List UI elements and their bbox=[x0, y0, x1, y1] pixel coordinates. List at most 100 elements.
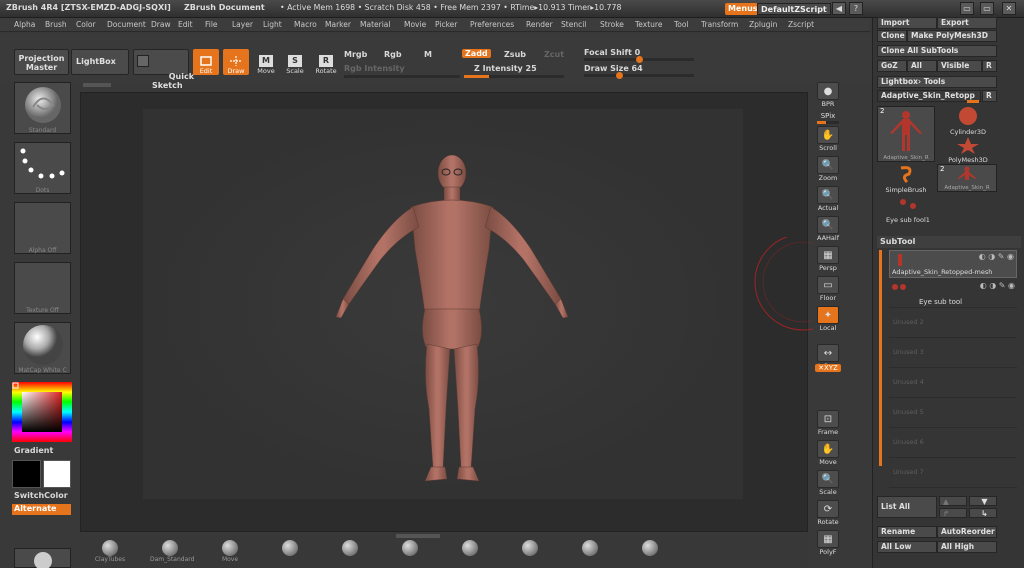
floor-button[interactable]: ▭ Floor bbox=[815, 276, 841, 304]
focal-shift-slider[interactable] bbox=[584, 56, 694, 63]
bottom-brush-item[interactable]: ClayTubes bbox=[90, 540, 130, 563]
minimize-icon[interactable]: ▭ bbox=[960, 2, 974, 15]
persp-button[interactable]: ▦ Persp bbox=[815, 246, 841, 274]
menus-button[interactable]: Menus bbox=[725, 3, 761, 15]
lightbox-tools-button[interactable]: Lightbox› Tools bbox=[877, 76, 997, 88]
menu-transform[interactable]: Transform bbox=[701, 20, 738, 29]
move-button[interactable]: ✋ Move bbox=[815, 440, 841, 468]
rename-button[interactable]: Rename bbox=[877, 526, 937, 538]
move-down-arrow-icon[interactable]: ▼ bbox=[969, 496, 997, 506]
canvas-scroll-handle[interactable] bbox=[83, 83, 111, 87]
rotate-icon[interactable]: R bbox=[319, 55, 333, 67]
help-icon[interactable]: ? bbox=[849, 2, 863, 15]
brush-thumbnail[interactable]: Standard bbox=[14, 82, 71, 134]
goz-r-button[interactable]: R bbox=[982, 60, 997, 72]
canvas-document[interactable] bbox=[143, 109, 743, 499]
menu-edit[interactable]: Edit bbox=[178, 20, 193, 29]
tool-thumb-simplebrush[interactable]: SimpleBrush bbox=[877, 164, 935, 194]
switchcolor-button[interactable]: SwitchColor bbox=[14, 491, 68, 500]
bottom-brush-item[interactable]: Move bbox=[210, 540, 250, 563]
z-intensity-slider[interactable] bbox=[464, 75, 564, 78]
lightbox-button[interactable]: LightBox bbox=[71, 49, 129, 75]
scroll-button[interactable]: ✋ Scroll bbox=[815, 126, 841, 154]
menu-color[interactable]: Color bbox=[76, 20, 96, 29]
menu-movie[interactable]: Movie bbox=[404, 20, 426, 29]
character-model[interactable] bbox=[143, 109, 743, 499]
secondary-color-swatch[interactable] bbox=[43, 460, 71, 488]
actual-button[interactable]: 🔍 Actual bbox=[815, 186, 841, 214]
all-high-button[interactable]: All High bbox=[937, 541, 997, 553]
move-up-arrow-icon[interactable]: ▲ bbox=[939, 496, 967, 506]
document-canvas[interactable] bbox=[80, 83, 813, 532]
menu-document[interactable]: Document bbox=[107, 20, 146, 29]
list-all-button[interactable]: List All bbox=[877, 496, 937, 518]
arrow-left-icon[interactable]: ◀ bbox=[832, 2, 846, 15]
menu-render[interactable]: Render bbox=[526, 20, 553, 29]
subtool-item[interactable]: Unused 3 bbox=[889, 340, 1017, 368]
draw-button[interactable]: Draw bbox=[223, 49, 249, 75]
bottom-brush-item[interactable] bbox=[630, 540, 670, 556]
menu-preferences[interactable]: Preferences bbox=[470, 20, 514, 29]
bottom-brush-item[interactable] bbox=[330, 540, 370, 556]
clone-button[interactable]: Clone bbox=[877, 30, 907, 42]
subtool-item[interactable]: Unused 4 bbox=[889, 370, 1017, 398]
zadd-toggle[interactable]: Zadd bbox=[462, 49, 491, 58]
zsub-toggle[interactable]: Zsub bbox=[504, 50, 526, 59]
color-picker[interactable] bbox=[12, 382, 72, 442]
menu-macro[interactable]: Macro bbox=[294, 20, 317, 29]
menu-stroke[interactable]: Stroke bbox=[600, 20, 624, 29]
move-up-double-icon[interactable]: ↱ bbox=[939, 508, 967, 518]
subtool-item[interactable]: Unused 7 bbox=[889, 460, 1017, 488]
zoom-button[interactable]: 🔍 Zoom bbox=[815, 156, 841, 184]
menu-picker[interactable]: Picker bbox=[435, 20, 457, 29]
polyf-button[interactable]: ▦ PolyF bbox=[815, 530, 841, 558]
stroke-thumbnail[interactable]: Dots bbox=[14, 142, 71, 194]
scale-button[interactable]: 🔍 Scale bbox=[815, 470, 841, 498]
bottom-shelf-handle[interactable] bbox=[396, 534, 440, 538]
menu-material[interactable]: Material bbox=[360, 20, 390, 29]
menu-layer[interactable]: Layer bbox=[232, 20, 253, 29]
menu-alpha[interactable]: Alpha bbox=[14, 20, 35, 29]
texture-thumbnail[interactable]: Texture Off bbox=[14, 262, 71, 314]
local-button[interactable]: ✦ Local bbox=[815, 306, 841, 334]
export-button[interactable]: Export bbox=[937, 17, 997, 29]
draw-size-slider[interactable] bbox=[584, 72, 694, 79]
menu-texture[interactable]: Texture bbox=[635, 20, 662, 29]
move-down-double-icon[interactable]: ↳ bbox=[969, 508, 997, 518]
bottom-brush-item[interactable]: Dam_Standard bbox=[150, 540, 194, 563]
m-toggle[interactable]: M bbox=[424, 50, 432, 59]
menu-draw[interactable]: Draw bbox=[151, 20, 171, 29]
projection-master-button[interactable]: Projection Master bbox=[14, 49, 69, 75]
autoreorder-button[interactable]: AutoReorder bbox=[937, 526, 997, 538]
alpha-thumbnail[interactable]: Alpha Off bbox=[14, 202, 71, 254]
menu-brush[interactable]: Brush bbox=[45, 20, 67, 29]
bottom-brush-item[interactable] bbox=[510, 540, 550, 556]
frame-button[interactable]: ⊡ Frame bbox=[815, 410, 841, 438]
bpr-button[interactable]: ● BPR bbox=[815, 82, 841, 110]
alternate-button[interactable]: Alternate bbox=[12, 504, 71, 515]
rotate-button[interactable]: ⟳ Rotate bbox=[815, 500, 841, 528]
menu-tool[interactable]: Tool bbox=[674, 20, 689, 29]
scale-button[interactable]: S Scale bbox=[282, 49, 308, 75]
tool-thumb-adaptive-skin[interactable]: 2 Adaptive_Skin_R bbox=[877, 106, 935, 162]
focal-shift-knob[interactable] bbox=[636, 56, 643, 63]
subtool-item[interactable]: ◐ ◑ ✎ ◉ Adaptive_Skin_Retopped-mesh bbox=[889, 250, 1017, 278]
menu-marker[interactable]: Marker bbox=[325, 20, 351, 29]
menu-file[interactable]: File bbox=[205, 20, 218, 29]
color-wheel-icon[interactable] bbox=[12, 382, 72, 442]
visibility-icon[interactable]: ◐ ◑ ✎ ◉ bbox=[980, 281, 1015, 290]
menu-light[interactable]: Light bbox=[263, 20, 282, 29]
xyz-button[interactable]: ✕XYZ bbox=[815, 364, 841, 392]
visibility-icon[interactable]: ◐ ◑ ✎ ◉ bbox=[979, 252, 1014, 261]
draw-size-knob[interactable] bbox=[616, 72, 624, 79]
move-button[interactable]: M Move bbox=[253, 49, 279, 75]
clone-all-subtools-button[interactable]: Clone All SubTools bbox=[877, 45, 997, 57]
tool-r-button[interactable]: R bbox=[982, 90, 997, 102]
close-icon[interactable]: ✕ bbox=[1002, 2, 1016, 15]
rgb-toggle[interactable]: Rgb bbox=[384, 50, 402, 59]
spix-slider[interactable] bbox=[817, 121, 839, 124]
tool-thumb-adaptive-skin-2[interactable]: 2 Adaptive_Skin_R bbox=[937, 164, 997, 192]
tool-thumb-eye-sub-tool[interactable]: Eye sub fool1 bbox=[877, 196, 939, 224]
gradient-label[interactable]: Gradient bbox=[14, 446, 53, 455]
all-low-button[interactable]: All Low bbox=[877, 541, 937, 553]
